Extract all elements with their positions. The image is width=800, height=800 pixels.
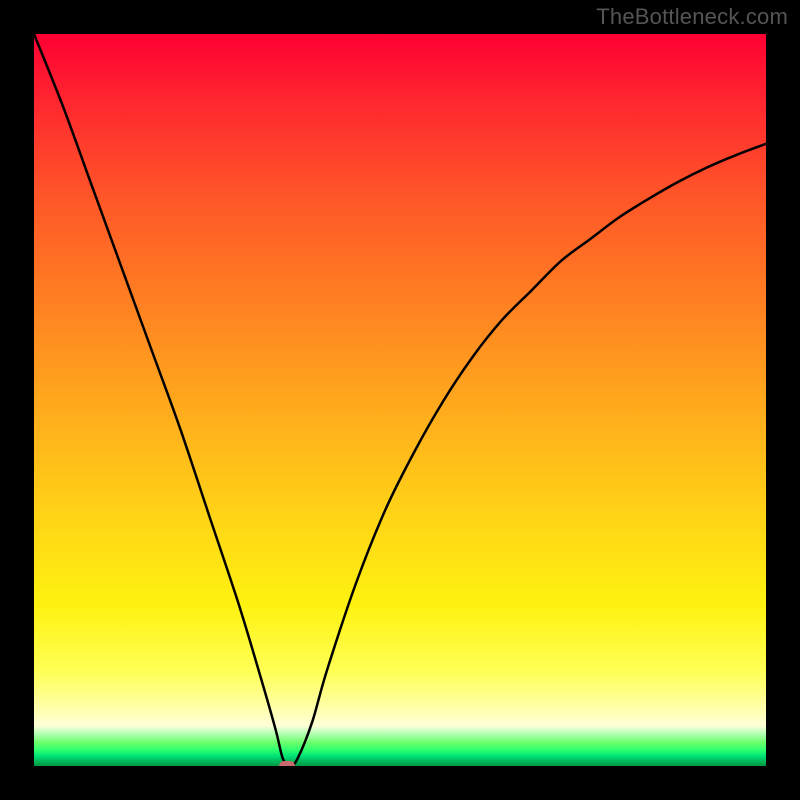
bottleneck-curve: [34, 34, 766, 766]
watermark-text: TheBottleneck.com: [596, 4, 788, 30]
minimum-point-marker: [279, 761, 295, 766]
plot-area: [34, 34, 766, 766]
chart-frame: TheBottleneck.com: [0, 0, 800, 800]
